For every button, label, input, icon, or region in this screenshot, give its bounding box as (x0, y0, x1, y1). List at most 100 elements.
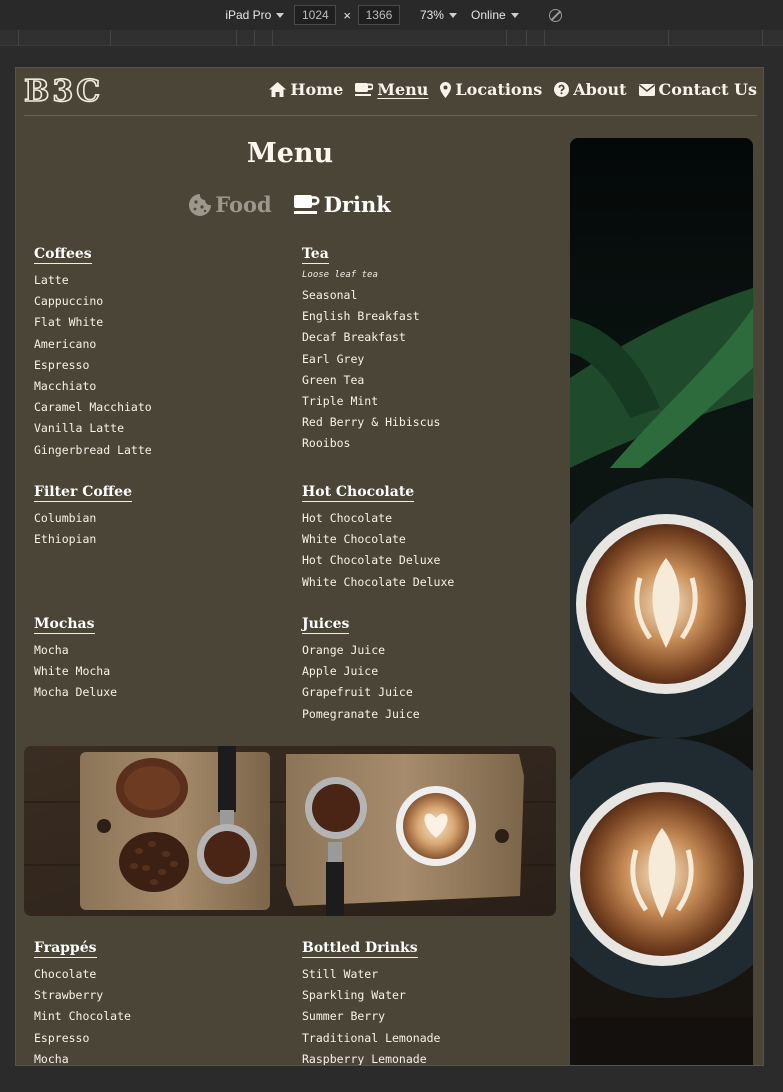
logo-letter: B (23, 73, 51, 110)
list-item: Espresso (34, 1030, 90, 1045)
list-item: Orange Juice (302, 643, 386, 657)
list-item: Mocha Deluxe (34, 685, 118, 700)
throttle-selector[interactable]: Online (471, 8, 519, 22)
list-item: Cappuccino (34, 294, 104, 309)
item-list: Orange Juice Apple Juice Grapefruit Juic… (302, 640, 420, 725)
logo-letter: 3 (52, 73, 75, 110)
list-item: Latte (34, 273, 69, 287)
nav-home[interactable]: Home (269, 80, 343, 99)
item-list: Still Water Sparkling Water Summer Berry… (302, 964, 441, 1066)
nav-home-label: Home (290, 80, 344, 99)
list-item: Pomegranate Juice (302, 706, 420, 721)
chevron-down-icon (276, 12, 285, 18)
question-circle-icon (554, 82, 570, 97)
menu-section-coffees: Coffees Latte Cappuccino Flat White Amer… (34, 243, 152, 461)
list-item: Mocha (34, 1051, 69, 1066)
section-title: Filter Coffee (34, 484, 132, 502)
media-query-ruler[interactable] (0, 30, 783, 46)
zoom-selector[interactable]: 73% (420, 8, 457, 22)
device-selector[interactable]: iPad Pro (225, 8, 285, 22)
nav-about[interactable]: About (554, 80, 627, 99)
menu-section-frappes: Frappés Chocolate Strawberry Mint Chocol… (34, 937, 131, 1066)
nav-menu-label: Menu (377, 80, 429, 99)
list-item: Sparkling Water (302, 988, 406, 1003)
item-list: Hot Chocolate White Chocolate Hot Chocol… (302, 508, 454, 593)
list-item: Earl Grey (302, 351, 365, 366)
section-title: Mochas (34, 616, 95, 634)
list-item: Hot Chocolate Deluxe (302, 553, 441, 568)
latte-cups-photo (570, 138, 753, 1065)
list-item: Macchiato (34, 379, 97, 394)
viewport-height-input[interactable]: 1366 (357, 5, 400, 25)
item-list: Latte Cappuccino Flat White Americano Es… (34, 270, 152, 461)
list-item: Hot Chocolate (302, 511, 393, 525)
item-list: Mocha White Mocha Mocha Deluxe (34, 640, 117, 704)
list-item: Rooibos (302, 436, 351, 451)
list-item: Summer Berry (302, 1009, 386, 1024)
list-item: Vanilla Latte (34, 421, 125, 436)
list-item: Columbian (34, 511, 97, 525)
section-subtitle: Loose leaf tea (302, 270, 378, 280)
cookie-icon (189, 193, 212, 216)
toggle-food-label: Food (215, 192, 272, 217)
list-item: Mocha (34, 643, 69, 657)
envelope-icon (638, 83, 655, 96)
menu-category-toggle: Food Drink (16, 192, 564, 217)
list-item: Strawberry (34, 988, 104, 1003)
toggle-food[interactable]: Food (189, 192, 272, 217)
device-label: iPad Pro (225, 8, 272, 22)
menu-section-hot-chocolate: Hot Chocolate Hot Chocolate White Chocol… (302, 481, 454, 593)
chevron-down-icon (510, 12, 519, 18)
section-title: Coffees (34, 246, 92, 264)
list-item: Grapefruit Juice (302, 685, 413, 700)
site-logo[interactable]: B 3 C (23, 73, 101, 110)
section-title: Frappés (34, 940, 97, 958)
emulated-page: B 3 C Home Menu Locations About Contact … (15, 67, 764, 1066)
throttle-label: Online (470, 8, 506, 22)
main-nav: Home Menu Locations About Contact Us (269, 80, 757, 99)
toggle-drink-label: Drink (323, 192, 391, 217)
nav-about-label: About (573, 80, 627, 99)
nav-menu[interactable]: Menu (355, 80, 428, 99)
list-item: English Breakfast (302, 309, 420, 324)
section-title: Hot Chocolate (302, 484, 415, 502)
list-item: Gingerbread Latte (34, 442, 152, 457)
list-item: Still Water (302, 967, 379, 981)
coffee-boards-photo (24, 746, 556, 916)
item-list: Seasonal English Breakfast Decaf Breakfa… (302, 285, 440, 455)
toggle-drink[interactable]: Drink (293, 192, 391, 217)
item-list: Chocolate Strawberry Mint Chocolate Espr… (34, 964, 131, 1066)
site-header: B 3 C Home Menu Locations About Contact … (23, 68, 757, 116)
rotate-disabled-icon[interactable] (548, 8, 562, 22)
page-title: Menu (246, 138, 334, 169)
coffee-cup-icon (355, 83, 374, 96)
nav-contact[interactable]: Contact Us (638, 80, 757, 99)
list-item: Ethiopian (34, 532, 97, 547)
section-title: Bottled Drinks (302, 940, 418, 958)
list-item: Decaf Breakfast (302, 330, 406, 345)
section-title: Tea (302, 246, 329, 264)
nav-locations[interactable]: Locations (440, 80, 542, 99)
list-item: Flat White (34, 315, 104, 330)
menu-section-juices: Juices Orange Juice Apple Juice Grapefru… (302, 613, 420, 725)
nav-locations-label: Locations (455, 80, 543, 99)
list-item: Raspberry Lemonade (302, 1051, 427, 1066)
list-item: White Mocha (34, 664, 111, 679)
list-item: Traditional Lemonade (302, 1030, 441, 1045)
list-item: Red Berry & Hibiscus (302, 415, 441, 430)
list-item: White Chocolate Deluxe (302, 574, 455, 589)
coffee-cup-icon (293, 194, 320, 214)
item-list: Columbian Ethiopian (34, 508, 132, 550)
list-item: Mint Chocolate (34, 1009, 131, 1024)
section-title: Juices (302, 616, 350, 634)
map-pin-icon (440, 81, 452, 98)
zoom-label: 73% (419, 8, 444, 22)
list-item: Caramel Macchiato (34, 400, 152, 415)
list-item: Americano (34, 336, 97, 351)
list-item: Seasonal (302, 288, 358, 302)
viewport-width-input[interactable]: 1024 (294, 5, 337, 25)
list-item: White Chocolate (302, 532, 406, 547)
list-item: Chocolate (34, 967, 97, 981)
list-item: Espresso (34, 357, 90, 372)
list-item: Apple Juice (302, 664, 379, 679)
